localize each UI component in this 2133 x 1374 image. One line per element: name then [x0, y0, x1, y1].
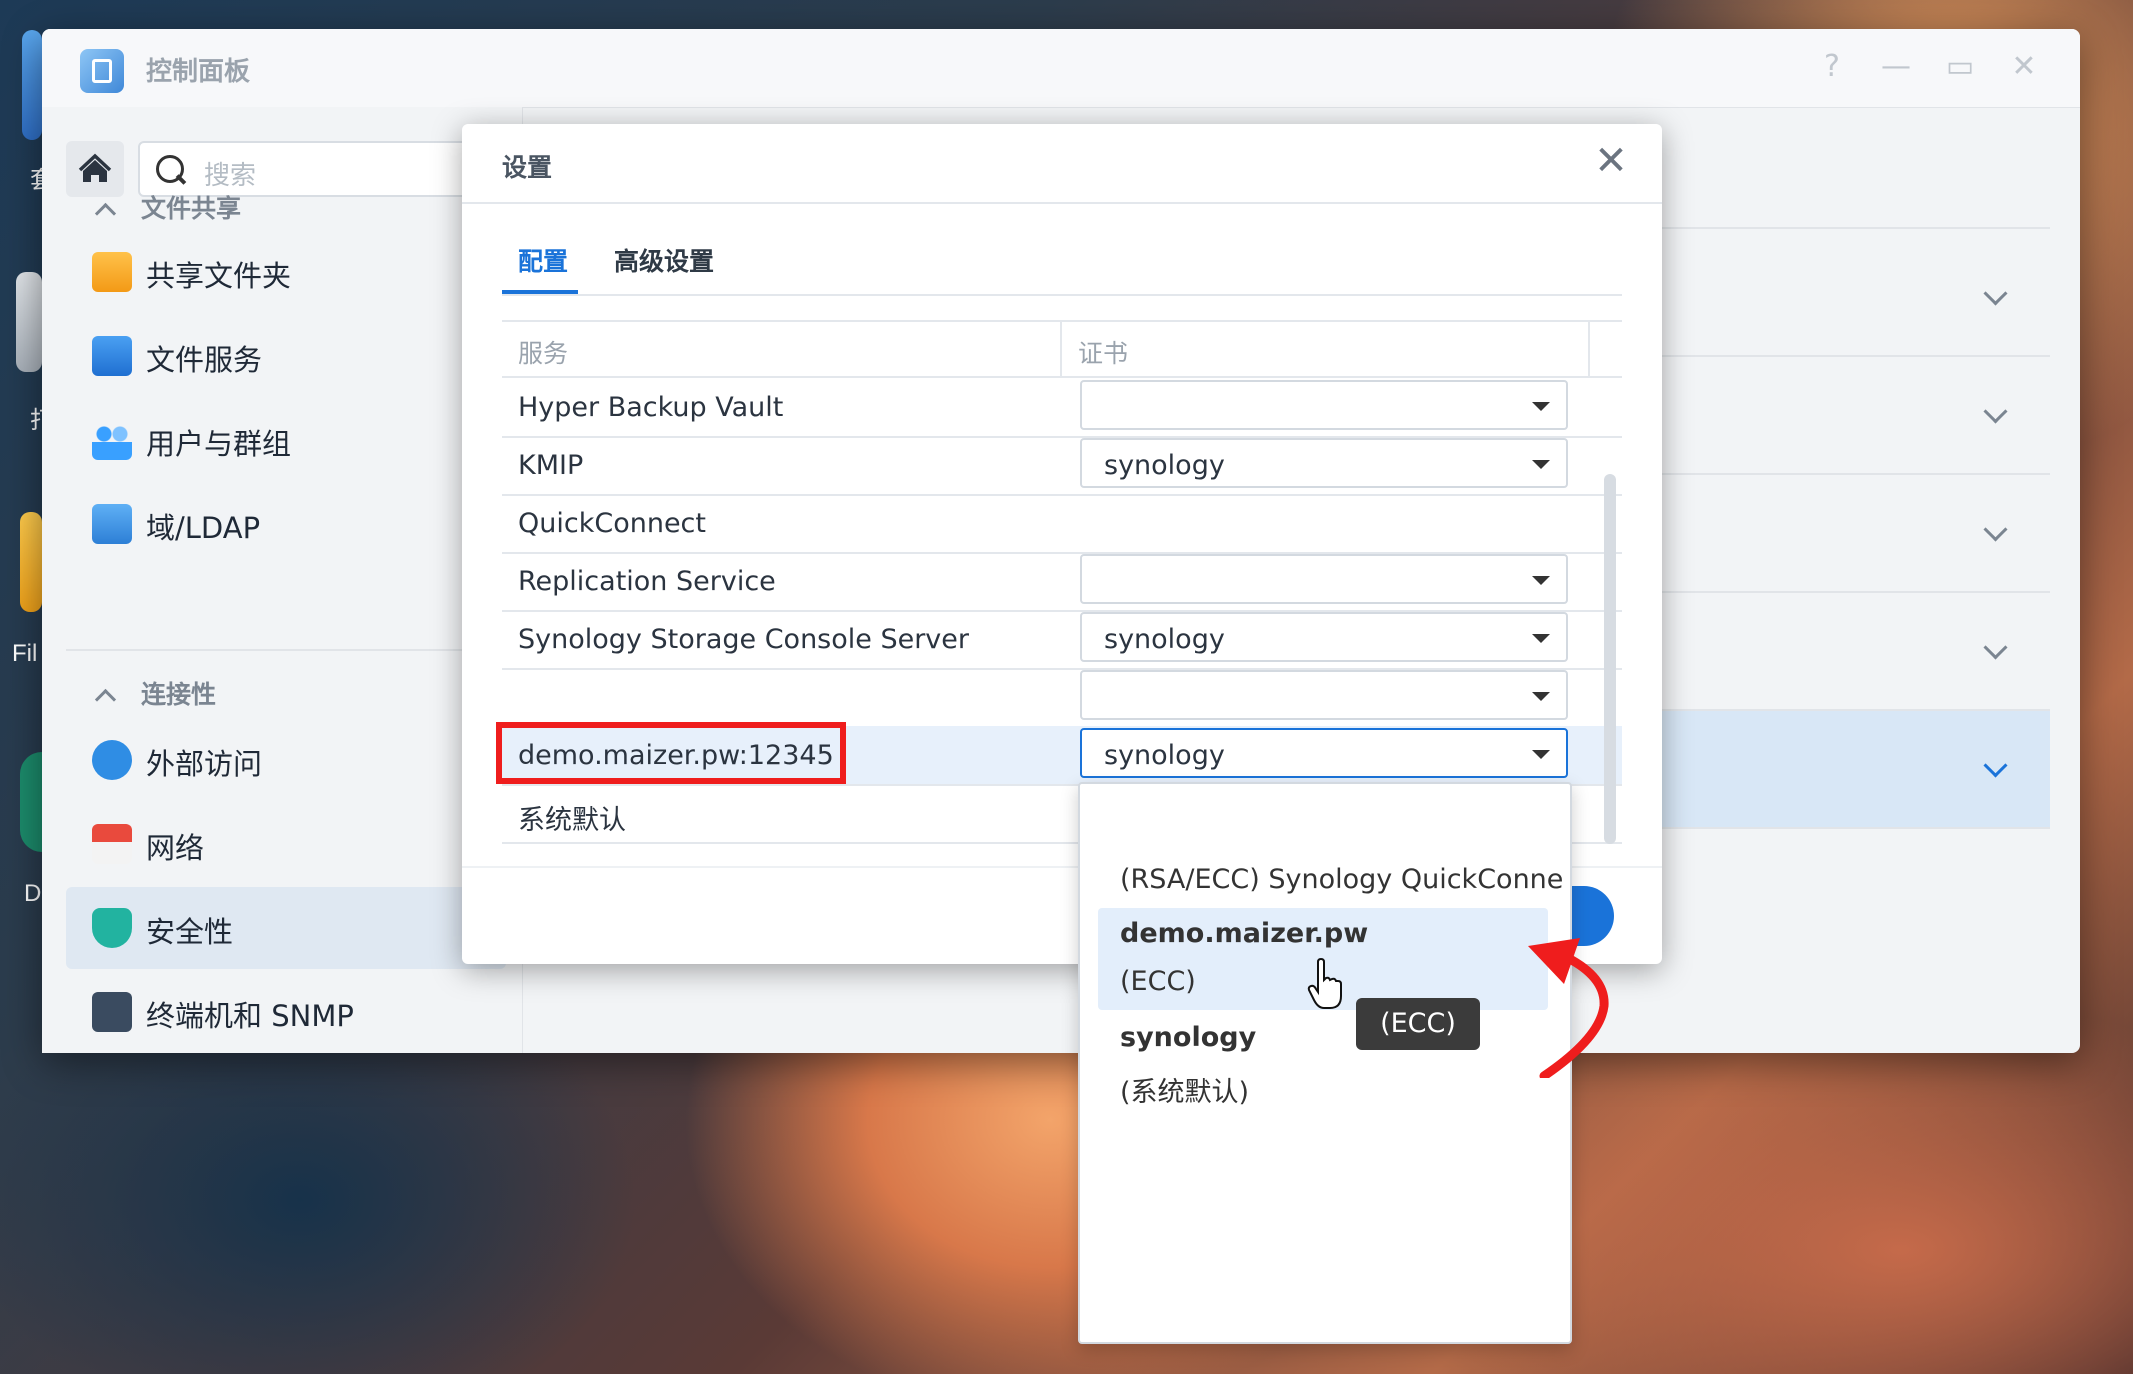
sidebar-item-label: 用户与群组	[146, 427, 292, 461]
service-name: Replication Service	[518, 566, 776, 597]
sidebar-item-label: 文件服务	[146, 343, 263, 377]
section-label: 文件共享	[141, 194, 242, 223]
certificate-value: synology	[1104, 624, 1225, 655]
certificate-select[interactable]	[1080, 554, 1568, 604]
hand-cursor-icon	[1307, 958, 1342, 1009]
dialog-title: 设置	[502, 153, 553, 182]
table-row[interactable]: Replication Service	[502, 552, 1622, 612]
service-name: QuickConnect	[518, 508, 706, 539]
sidebar-item-label: 域/LDAP	[146, 511, 261, 545]
desktop-app-icon-2[interactable]	[16, 272, 42, 372]
certificate-value: synology	[1104, 740, 1225, 771]
minimize-icon[interactable]: —	[1876, 49, 1916, 84]
active-tab-indicator	[502, 290, 578, 294]
grid-header-bottom	[502, 320, 1622, 378]
service-name: Synology Storage Console Server	[518, 624, 969, 655]
tab-divider	[502, 294, 1622, 296]
tab-config[interactable]: 配置	[518, 242, 568, 278]
certificate-select[interactable]	[1080, 670, 1568, 720]
window-close-icon[interactable]: ✕	[2004, 49, 2044, 84]
sidebar-item-terminal-snmp[interactable]: 终端机和 SNMP	[66, 971, 506, 1053]
maximize-icon[interactable]: ▭	[1940, 49, 1980, 84]
chevron-up-icon	[94, 688, 117, 711]
certificate-select[interactable]	[1080, 380, 1568, 430]
tooltip: (ECC)	[1356, 998, 1480, 1050]
scrollbar[interactable]	[1604, 474, 1616, 844]
external-access-icon	[92, 740, 132, 780]
table-row[interactable]: Hyper Backup Vault	[502, 378, 1622, 438]
certificate-select-open[interactable]: synology	[1080, 728, 1568, 778]
sidebar-item-file-services[interactable]: 文件服务	[66, 315, 506, 397]
chevron-up-icon	[94, 202, 117, 225]
desktop-app-icon-4[interactable]	[20, 752, 42, 852]
tab-advanced[interactable]: 高级设置	[614, 242, 714, 278]
search-icon	[156, 155, 184, 183]
caret-down-icon	[1532, 460, 1550, 469]
sidebar-item-label: 网络	[146, 831, 205, 865]
caret-down-icon	[1532, 750, 1550, 759]
certificate-dropdown-list[interactable]: (RSA/ECC) Synology QuickConne demo.maize…	[1078, 782, 1572, 1344]
caret-down-icon	[1532, 692, 1550, 701]
chevron-down-icon[interactable]	[1983, 753, 2008, 778]
table-row[interactable]: QuickConnect	[502, 494, 1622, 554]
window-titlebar[interactable]: 控制面板 ? — ▭ ✕	[42, 29, 2080, 108]
sidebar-item-label: 外部访问	[146, 747, 263, 781]
section-file-sharing[interactable]: 文件共享	[94, 189, 242, 225]
dropdown-option-demo-maizer-sub[interactable]: (ECC)	[1120, 966, 1196, 997]
dropdown-option-demo-maizer[interactable]: demo.maizer.pw	[1120, 918, 1368, 949]
desktop-app-icon-1[interactable]	[22, 30, 42, 140]
search-placeholder: 搜索	[204, 161, 257, 191]
desktop-folder-icon[interactable]	[20, 512, 42, 612]
sidebar: 搜索 文件共享 共享文件夹 文件服务 用户与群组 域/LDAP 连接性 外部访问	[42, 107, 523, 1053]
dropdown-option-synology[interactable]: synology	[1120, 1022, 1256, 1053]
table-row[interactable]: KMIP synology	[502, 436, 1622, 496]
chevron-down-icon[interactable]	[1983, 635, 2008, 660]
sidebar-item-users-groups[interactable]: 用户与群组	[66, 399, 506, 481]
dropdown-option-quickconnect[interactable]: (RSA/ECC) Synology QuickConne	[1120, 864, 1563, 895]
sidebar-item-label: 终端机和 SNMP	[146, 999, 354, 1033]
users-icon	[92, 420, 132, 460]
sidebar-item-network[interactable]: 网络	[66, 803, 506, 885]
file-services-icon	[92, 336, 132, 376]
desktop-label-3: Fil	[12, 640, 38, 667]
service-name: KMIP	[518, 450, 584, 481]
annotation-highlight-box	[496, 722, 846, 784]
section-label: 连接性	[141, 680, 217, 709]
caret-down-icon	[1532, 576, 1550, 585]
terminal-icon	[92, 992, 132, 1032]
domain-ldap-icon	[92, 504, 132, 544]
help-icon[interactable]: ?	[1812, 49, 1852, 84]
caret-down-icon	[1532, 402, 1550, 411]
table-row[interactable]: Synology Storage Console Server synology	[502, 610, 1622, 670]
dialog-header[interactable]: 设置 ✕	[462, 124, 1662, 204]
dialog-close-icon[interactable]: ✕	[1588, 138, 1634, 184]
certificate-select[interactable]: synology	[1080, 612, 1568, 662]
certificate-value: synology	[1104, 450, 1225, 481]
chevron-down-icon[interactable]	[1983, 517, 2008, 542]
certificate-select[interactable]: synology	[1080, 438, 1568, 488]
caret-down-icon	[1532, 634, 1550, 643]
section-connectivity[interactable]: 连接性	[94, 675, 217, 711]
control-panel-app-icon	[80, 49, 124, 93]
service-name: 系统默认	[518, 805, 626, 836]
sidebar-item-shared-folder[interactable]: 共享文件夹	[66, 231, 506, 313]
sidebar-item-domain-ldap[interactable]: 域/LDAP	[66, 483, 506, 565]
network-house-icon	[92, 824, 132, 864]
shield-icon	[92, 908, 132, 948]
table-row[interactable]	[502, 668, 1622, 728]
service-name: Hyper Backup Vault	[518, 392, 784, 423]
sidebar-item-security[interactable]: 安全性	[66, 887, 506, 969]
sidebar-item-external-access[interactable]: 外部访问	[66, 719, 506, 801]
desktop-label-4: D	[24, 880, 42, 907]
window-title: 控制面板	[146, 57, 251, 87]
chevron-down-icon[interactable]	[1983, 281, 2008, 306]
folder-icon	[92, 252, 132, 292]
sidebar-item-label: 安全性	[146, 915, 234, 949]
sidebar-divider	[66, 649, 506, 651]
dropdown-option-synology-sub[interactable]: (系统默认)	[1120, 1070, 1249, 1109]
sidebar-item-label: 共享文件夹	[146, 259, 292, 293]
chevron-down-icon[interactable]	[1983, 399, 2008, 424]
annotation-arrow-icon	[1528, 938, 1609, 1078]
